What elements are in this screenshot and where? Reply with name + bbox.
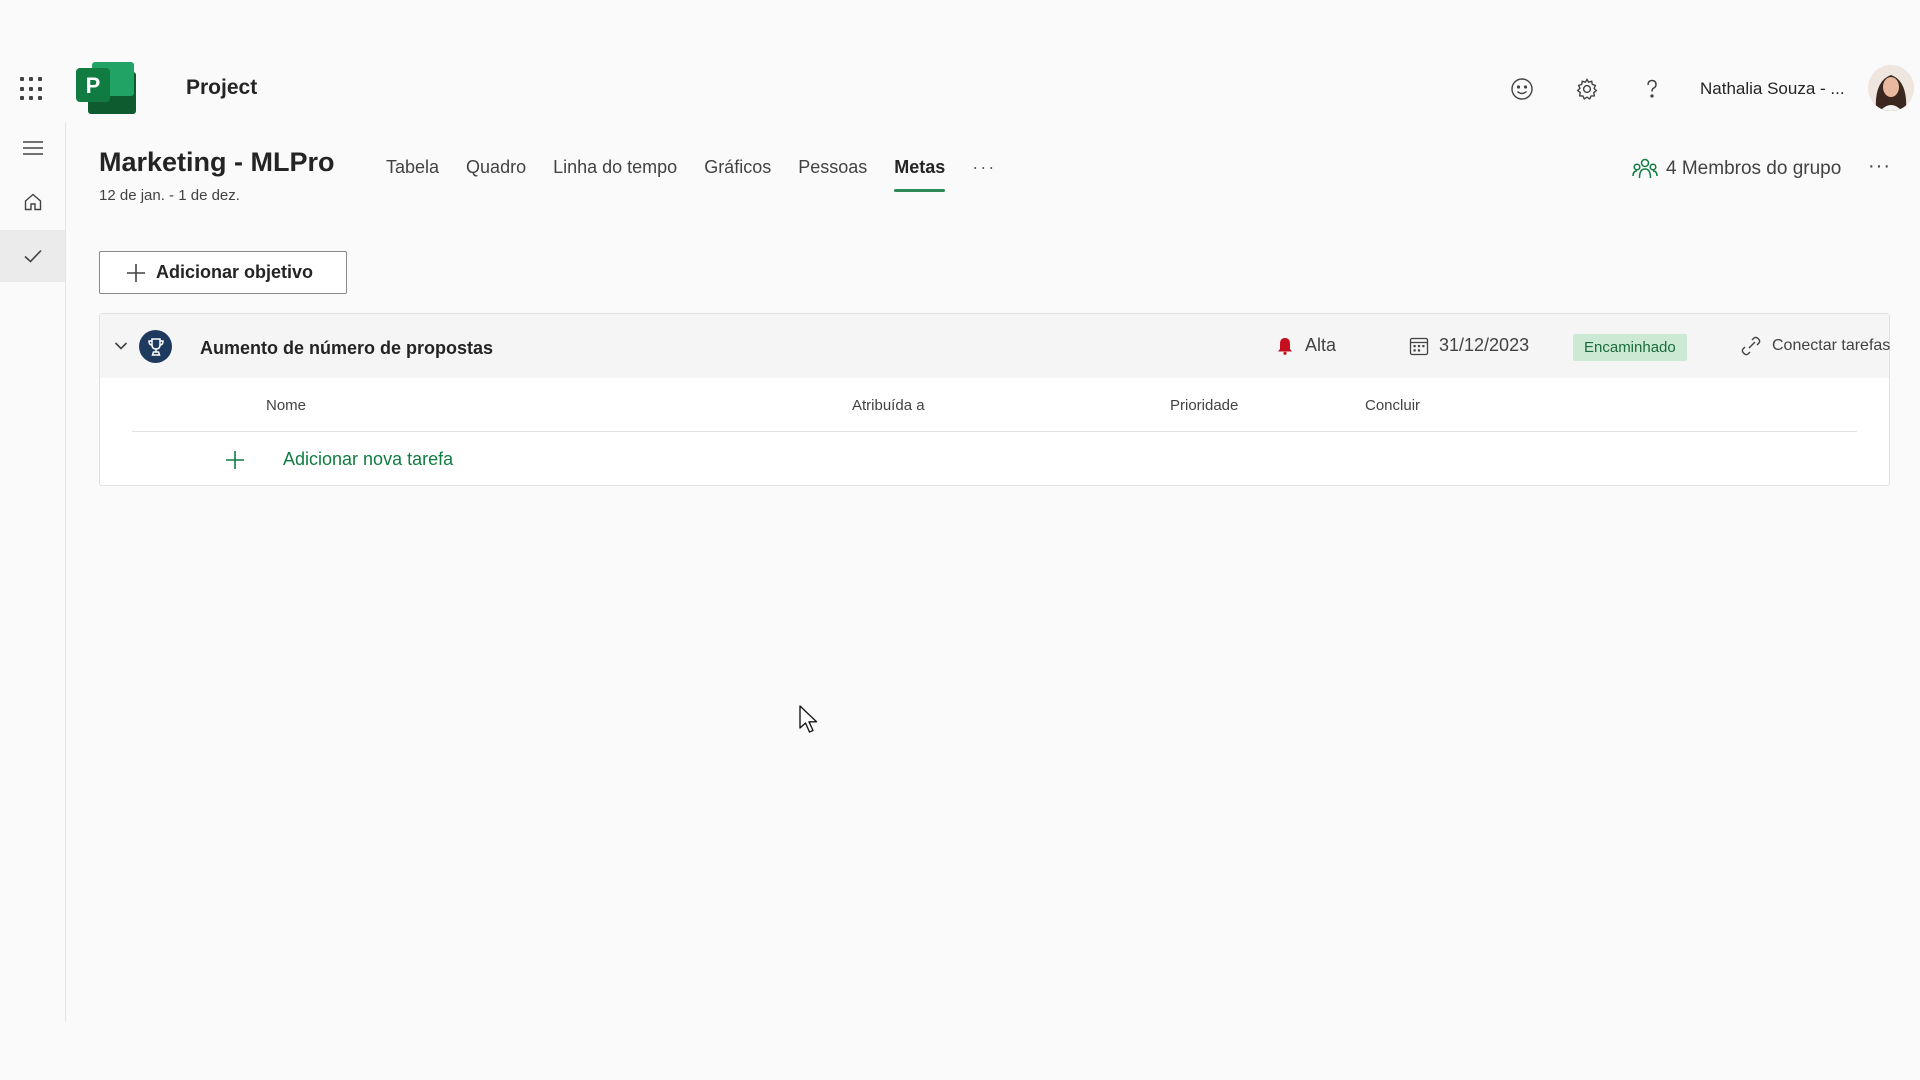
add-objective-label: Adicionar objetivo — [156, 262, 314, 282]
project-logo: P — [76, 62, 136, 114]
column-header-atribuida[interactable]: Atribuída a — [852, 397, 925, 414]
members-label: 4 Membros do grupo — [1666, 158, 1842, 179]
bell-icon — [1278, 337, 1292, 355]
plan-tabs: Tabela Quadro Linha do tempo Gráficos Pe… — [386, 157, 996, 192]
priority-field[interactable]: Alta — [1277, 335, 1336, 356]
app-name[interactable]: Project — [186, 76, 257, 100]
chevron-down-icon[interactable] — [114, 338, 128, 356]
connect-tasks-label: Conectar tarefas — [1772, 337, 1891, 354]
column-header-prioridade[interactable]: Prioridade — [1170, 397, 1238, 414]
tab-tabela[interactable]: Tabela — [386, 157, 439, 192]
plan-dates: 12 de jan. - 1 de dez. — [99, 187, 240, 204]
tab-linha-do-tempo[interactable]: Linha do tempo — [553, 157, 677, 192]
waffle-icon[interactable] — [20, 77, 44, 101]
connect-tasks-button[interactable]: Conectar tarefas — [1741, 336, 1890, 356]
help-icon[interactable] — [1637, 74, 1667, 104]
column-header-concluir[interactable]: Concluir — [1365, 397, 1420, 414]
goal-name[interactable]: Aumento de número de propostas — [200, 338, 493, 359]
due-date-label: 31/12/2023 — [1439, 335, 1530, 355]
column-header-nome[interactable]: Nome — [266, 397, 306, 414]
more-tabs-button[interactable]: ··· — [972, 157, 996, 192]
plan-title: Marketing - MLPro — [99, 147, 335, 177]
due-date-field[interactable]: 31/12/2023 — [1409, 335, 1529, 356]
tab-graficos[interactable]: Gráficos — [704, 157, 771, 192]
calendar-icon — [1409, 337, 1429, 355]
more-options-button[interactable]: ··· — [1868, 155, 1891, 178]
goal-header: Aumento de número de propostas Alta 31/1… — [100, 314, 1890, 378]
tab-metas[interactable]: Metas — [894, 157, 946, 192]
hamburger-icon[interactable] — [0, 122, 65, 174]
gear-icon[interactable] — [1572, 74, 1602, 104]
plus-icon — [226, 450, 244, 469]
mouse-cursor-icon — [799, 705, 818, 733]
avatar[interactable] — [1868, 65, 1914, 111]
checkmark-icon[interactable] — [0, 230, 65, 282]
tab-pessoas[interactable]: Pessoas — [798, 157, 867, 192]
smiley-icon[interactable] — [1507, 74, 1537, 104]
home-icon[interactable] — [0, 176, 65, 228]
plus-icon — [127, 263, 145, 282]
svg-text:P: P — [86, 73, 101, 98]
divider — [132, 431, 1857, 432]
add-task-label: Adicionar nova tarefa — [283, 449, 454, 469]
add-task-row[interactable]: Adicionar nova tarefa — [225, 449, 453, 470]
group-members-button[interactable]: 4 Membros do grupo — [1632, 156, 1841, 182]
trophy-icon — [139, 330, 172, 363]
tab-quadro[interactable]: Quadro — [466, 157, 526, 192]
priority-label: Alta — [1305, 335, 1337, 355]
left-rail — [0, 122, 66, 1022]
group-icon — [1632, 158, 1658, 179]
user-name[interactable]: Nathalia Souza - ... — [1700, 79, 1845, 99]
status-badge[interactable]: Encaminhado — [1573, 334, 1687, 361]
app-header: P Project Nathalia Souza - ... — [0, 0, 1920, 122]
goal-card: Aumento de número de propostas Alta 31/1… — [99, 313, 1890, 486]
link-icon — [1741, 336, 1761, 356]
add-objective-button[interactable]: Adicionar objetivo — [99, 251, 347, 294]
